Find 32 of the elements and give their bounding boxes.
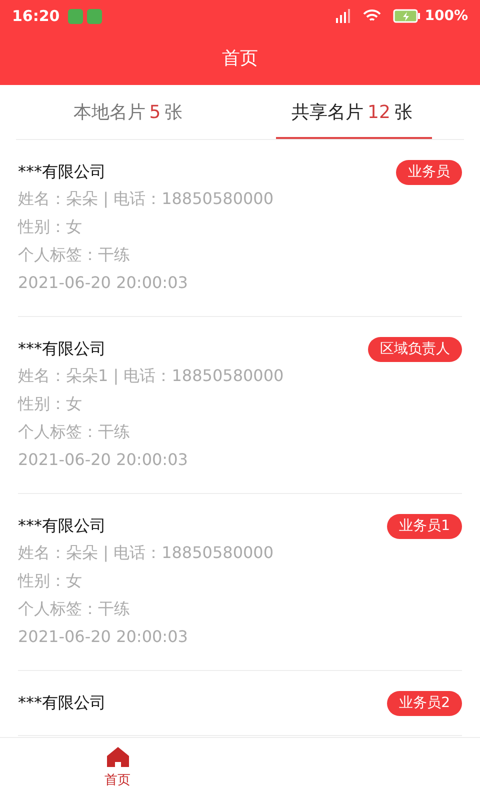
wifi-icon xyxy=(362,9,381,23)
company-name: ***有限公司 xyxy=(18,692,106,714)
card-detail: 性别：女 xyxy=(18,393,83,415)
card-detail: 个人标签：干练 xyxy=(18,598,131,620)
card-detail: 性别：女 xyxy=(18,570,83,592)
card-detail: 2021-06-20 20:00:03 xyxy=(18,626,189,648)
card-detail: 2021-06-20 20:00:03 xyxy=(18,449,189,471)
page-title: 首页 xyxy=(222,47,258,71)
card-detail: 姓名：朵朵 | 电话：18850580000 xyxy=(18,188,275,210)
tab[interactable]: 共享名片 12 张 xyxy=(240,85,464,139)
home-icon xyxy=(106,747,128,768)
card-detail: 个人标签：干练 xyxy=(18,421,131,443)
role-badge: 业务员 xyxy=(396,160,462,184)
battery-level: 100% xyxy=(424,6,468,26)
card-detail: 性别：女 xyxy=(18,216,83,238)
role-badge: 业务员2 xyxy=(387,690,462,716)
card-detail: 姓名：朵朵1 | 电话：18850580000 xyxy=(18,365,285,387)
nav-tab[interactable]: 首页 xyxy=(0,738,235,800)
status-time: 16:20 xyxy=(12,6,60,27)
card-detail: 姓名：朵朵 | 电话：18850580000 xyxy=(18,542,275,564)
role-badge: 业务员1 xyxy=(387,514,462,538)
role-badge: 区域负责人 xyxy=(368,336,462,362)
tab[interactable]: 本地名片 5 张 xyxy=(16,85,240,139)
card-detail: 个人标签：干练 xyxy=(18,244,131,266)
signal-icon xyxy=(334,9,351,23)
app-icon xyxy=(68,8,83,24)
company-name: ***有限公司 xyxy=(18,161,106,183)
company-name: ***有限公司 xyxy=(18,338,106,360)
company-name: ***有限公司 xyxy=(18,515,106,537)
card-detail: 2021-06-20 20:00:03 xyxy=(18,272,189,294)
app-icon xyxy=(86,8,102,24)
battery-icon xyxy=(392,9,421,23)
